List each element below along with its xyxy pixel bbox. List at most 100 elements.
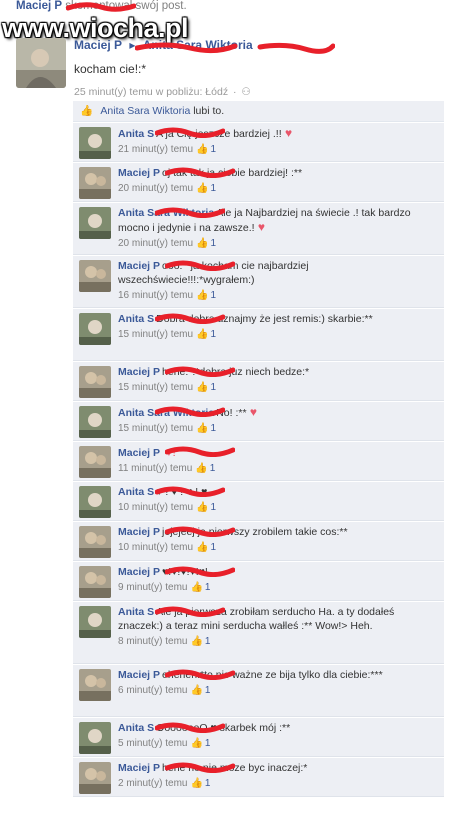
like-thumb-icon[interactable]: 👍 xyxy=(196,382,208,393)
comment-like-count[interactable]: 1 xyxy=(205,685,211,696)
post-time[interactable]: 25 minut(y) temu w pobliżu: Łódź xyxy=(74,86,228,98)
like-thumb-icon[interactable]: 👍 xyxy=(190,582,202,593)
comment-like-count[interactable]: 1 xyxy=(210,144,216,155)
comment-like-count[interactable]: 1 xyxy=(210,290,216,301)
heart-icon: ♥ xyxy=(254,220,266,234)
like-thumb-icon[interactable]: 👍 xyxy=(196,144,208,155)
comment-avatar[interactable] xyxy=(79,566,111,598)
comment-like-count[interactable]: 1 xyxy=(205,636,211,647)
post-target-link[interactable]: Anita Sara Wiktoria xyxy=(143,38,253,52)
comment-time[interactable]: 21 minut(y) temu xyxy=(118,144,193,155)
comment-avatar[interactable] xyxy=(79,669,111,701)
like-thumb-icon[interactable]: 👍 xyxy=(190,778,202,789)
comment-time[interactable]: 15 minut(y) temu xyxy=(118,423,193,434)
comment-author-link[interactable]: Maciej P xyxy=(118,762,160,774)
like-thumb-icon[interactable]: 👍 xyxy=(190,685,202,696)
comment-meta: 20 minut(y) temu 👍 1 xyxy=(118,183,438,194)
comment-time[interactable]: 20 minut(y) temu xyxy=(118,183,193,194)
comment-avatar[interactable] xyxy=(79,486,111,518)
comment-avatar[interactable] xyxy=(79,526,111,558)
comment-row: Anita Sara Wiktoria No! :** ♥ 15 minut(y) … xyxy=(73,402,444,441)
comment-avatar[interactable] xyxy=(79,313,111,345)
like-thumb-icon[interactable]: 👍 xyxy=(196,542,208,553)
comment-author-link[interactable]: Maciej P xyxy=(118,167,160,179)
comment-time[interactable]: 2 minut(y) temu xyxy=(118,778,187,789)
author-avatar[interactable] xyxy=(16,38,66,88)
comment-time[interactable]: 15 minut(y) temu xyxy=(118,329,193,340)
like-thumb-icon[interactable]: 👍 xyxy=(196,290,208,301)
comment-row: Anita SA ja Cię jeszcze bardziej .!! ♥ 21… xyxy=(73,123,444,162)
comment-meta: 5 minut(y) temu 👍 1 xyxy=(118,738,438,749)
like-thumb-icon[interactable]: 👍 xyxy=(196,238,208,249)
comment-author-link[interactable]: Maciej P xyxy=(118,447,160,459)
comment-avatar[interactable] xyxy=(79,762,111,794)
comment-time[interactable]: 15 minut(y) temu xyxy=(118,382,193,393)
comment-author-link[interactable]: Maciej P xyxy=(118,669,160,681)
comment-time[interactable]: 9 minut(y) temu xyxy=(118,582,187,593)
like-thumb-icon[interactable]: 👍 xyxy=(196,502,208,513)
comment-like-count[interactable]: 1 xyxy=(210,382,216,393)
comment-text: ♥!♥!♥!♥!♥! xyxy=(162,566,208,578)
comment-avatar[interactable] xyxy=(79,606,111,638)
comment-like-count[interactable]: 1 xyxy=(210,423,216,434)
comment-like-count[interactable]: 1 xyxy=(210,542,216,553)
comment-like-count[interactable]: 1 xyxy=(210,502,216,513)
comment-time[interactable]: 16 minut(y) temu xyxy=(118,290,193,301)
comment-like-count[interactable]: 1 xyxy=(210,238,216,249)
comment-avatar[interactable] xyxy=(79,260,111,292)
activity-author[interactable]: Maciej P xyxy=(16,0,62,12)
comment-meta: 8 minut(y) temu 👍 1 xyxy=(118,636,438,647)
comment-row: Anita S Ale ja pierwsza zrobiłam serducho… xyxy=(73,602,444,664)
comment-author-link[interactable]: Anita S xyxy=(118,128,154,140)
comment-like-count[interactable]: 1 xyxy=(205,778,211,789)
likes-name-link[interactable]: Anita Sara Wiktoria xyxy=(100,105,190,117)
comment-author-link[interactable]: Anita S xyxy=(118,313,154,325)
comment-author-link[interactable]: Anita Sara Wiktoria xyxy=(118,207,214,219)
comment-like-count[interactable]: 1 xyxy=(210,463,216,474)
post-author-link[interactable]: Maciej P xyxy=(74,38,122,52)
comment-author-link[interactable]: Maciej P xyxy=(118,526,160,538)
comment-like-count[interactable]: 1 xyxy=(210,329,216,340)
comment-author-link[interactable]: Maciej P xyxy=(118,260,160,272)
comment-avatar[interactable] xyxy=(79,406,111,438)
comment-like-count[interactable]: 1 xyxy=(205,738,211,749)
comment-avatar[interactable] xyxy=(79,207,111,239)
heart-icon: ♥ xyxy=(246,405,258,419)
people-icon: ⚇ xyxy=(241,86,251,98)
comment-time[interactable]: 10 minut(y) temu xyxy=(118,542,193,553)
like-thumb-icon[interactable]: 👍 xyxy=(195,463,207,474)
comment-time[interactable]: 10 minut(y) temu xyxy=(118,502,193,513)
comment-avatar[interactable] xyxy=(79,167,111,199)
comment-author-link[interactable]: Anita Sara Wiktoria xyxy=(118,407,214,419)
comment-author-link[interactable]: Maciej P xyxy=(118,566,160,578)
comment-avatar[interactable] xyxy=(79,722,111,754)
comment-avatar[interactable] xyxy=(79,446,111,478)
like-thumb-icon[interactable]: 👍 xyxy=(190,738,202,749)
comment-content: Maciej Phehe:*:*dobra juz niech bedze:* xyxy=(118,365,438,379)
comment-author-link[interactable]: Anita S xyxy=(118,606,154,618)
comment-content: Maciej Pooo:**ja kocham cie najbardziej … xyxy=(118,259,438,287)
comment-avatar[interactable] xyxy=(79,366,111,398)
comment-author-link[interactable]: Anita S xyxy=(118,486,154,498)
comment-text: Ale ja pierwsza zrobiłam serducho Ha. a … xyxy=(118,606,395,632)
comment-time[interactable]: 8 minut(y) temu xyxy=(118,636,187,647)
comment-author-link[interactable]: Maciej P xyxy=(118,366,160,378)
comment-author-link[interactable]: Anita S xyxy=(118,722,154,734)
comment-content: Anita S ♥ ! ♥ ! ♥ ! ♥ xyxy=(118,485,438,499)
comment-content: Anita SA ja Cię jeszcze bardziej .!! ♥ xyxy=(118,126,438,141)
comment-like-count[interactable]: 1 xyxy=(210,183,216,194)
activity-text: skomentował swój post. xyxy=(65,0,187,12)
like-thumb-icon[interactable]: 👍 xyxy=(196,423,208,434)
comment-avatar[interactable] xyxy=(79,127,111,159)
comment-content: Anita S Dobra dobra uznajmy że jest remis… xyxy=(118,312,438,326)
comment-row: Maciej P ♥! 11 minut(y) temu 👍 1 xyxy=(73,442,444,481)
comment-time[interactable]: 6 minut(y) temu xyxy=(118,685,187,696)
comment-time[interactable]: 11 minut(y) temu xyxy=(118,463,192,474)
comment-time[interactable]: 20 minut(y) temu xyxy=(118,238,193,249)
comment-like-count[interactable]: 1 xyxy=(205,582,211,593)
like-thumb-icon[interactable]: 👍 xyxy=(190,636,202,647)
comment-time[interactable]: 5 minut(y) temu xyxy=(118,738,187,749)
heart-icon: ♥! xyxy=(162,445,176,459)
like-thumb-icon[interactable]: 👍 xyxy=(196,183,208,194)
like-thumb-icon[interactable]: 👍 xyxy=(196,329,208,340)
